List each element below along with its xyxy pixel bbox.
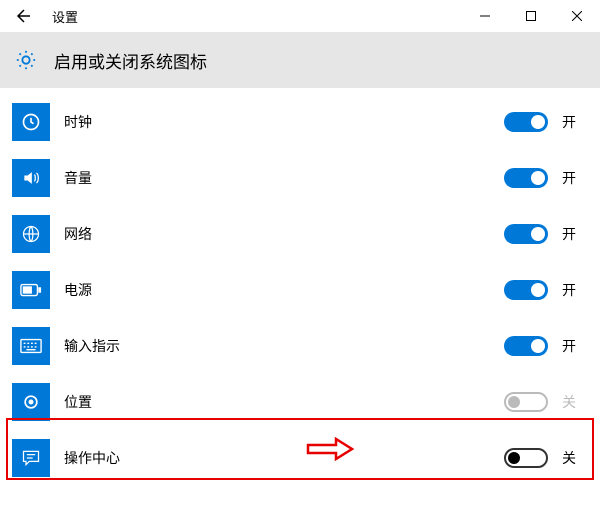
toggle-location <box>504 392 548 412</box>
toggle-power[interactable] <box>504 280 548 300</box>
action-center-icon <box>12 439 50 477</box>
toggle-clock[interactable] <box>504 112 548 132</box>
state-label: 开 <box>548 112 588 132</box>
close-button[interactable] <box>554 0 600 32</box>
row-label: 音量 <box>50 168 504 188</box>
volume-icon <box>12 159 50 197</box>
state-label: 开 <box>548 224 588 244</box>
toggle-action-center[interactable] <box>504 448 548 468</box>
clock-icon <box>12 103 50 141</box>
row-label: 位置 <box>50 392 504 412</box>
row-power: 电源 开 <box>12 262 588 318</box>
gear-icon <box>14 48 38 72</box>
row-label: 时钟 <box>50 112 504 132</box>
page-title: 启用或关闭系统图标 <box>38 48 207 73</box>
window-title: 设置 <box>48 7 78 26</box>
titlebar: 设置 <box>0 0 600 32</box>
toggle-network[interactable] <box>504 224 548 244</box>
state-label: 开 <box>548 336 588 356</box>
row-label: 网络 <box>50 224 504 244</box>
toggle-input[interactable] <box>504 336 548 356</box>
row-action-center: 操作中心 关 <box>12 430 588 486</box>
arrow-left-icon <box>16 8 32 24</box>
network-icon <box>12 215 50 253</box>
state-label: 关 <box>548 448 588 468</box>
page-header: 启用或关闭系统图标 <box>0 32 600 88</box>
row-location: 位置 关 <box>12 374 588 430</box>
row-label: 电源 <box>50 280 504 300</box>
location-icon <box>12 383 50 421</box>
settings-list: 时钟 开 音量 开 网络 开 电源 开 输入指示 开 <box>0 88 600 486</box>
row-clock: 时钟 开 <box>12 94 588 150</box>
state-label: 开 <box>548 168 588 188</box>
state-label: 关 <box>548 392 588 412</box>
state-label: 开 <box>548 280 588 300</box>
minimize-button[interactable] <box>462 0 508 32</box>
power-icon <box>12 271 50 309</box>
back-button[interactable] <box>0 0 48 32</box>
row-volume: 音量 开 <box>12 150 588 206</box>
row-label: 操作中心 <box>50 448 504 468</box>
row-input: 输入指示 开 <box>12 318 588 374</box>
toggle-volume[interactable] <box>504 168 548 188</box>
row-network: 网络 开 <box>12 206 588 262</box>
maximize-button[interactable] <box>508 0 554 32</box>
keyboard-icon <box>12 327 50 365</box>
row-label: 输入指示 <box>50 336 504 356</box>
